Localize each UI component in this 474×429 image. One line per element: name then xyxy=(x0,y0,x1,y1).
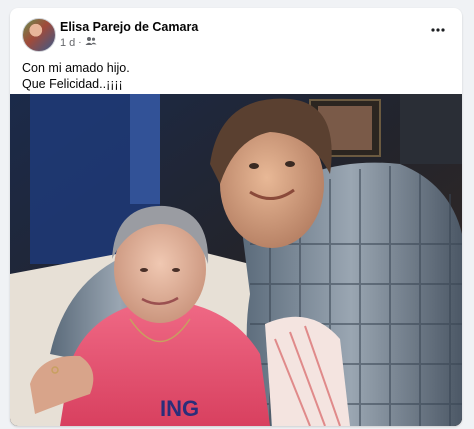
post-text-line: Con mi amado hijo. xyxy=(22,61,130,75)
author-name[interactable]: Elisa Parejo de Camara xyxy=(60,20,198,34)
meta-separator: · xyxy=(78,37,82,48)
shirt-print-text: ING xyxy=(160,396,199,421)
more-options-button[interactable] xyxy=(426,22,450,38)
post-card: Elisa Parejo de Camara 1 d · Con mi amad… xyxy=(10,8,462,426)
photo-image: ING xyxy=(10,94,462,426)
more-horizontal-icon xyxy=(431,28,445,32)
post-text: Con mi amado hijo. Que Felicidad..¡¡¡¡ xyxy=(22,60,130,92)
post-photo[interactable]: ING xyxy=(10,94,462,426)
post-meta: 1 d · xyxy=(60,36,97,49)
friends-icon[interactable] xyxy=(85,36,97,49)
post-text-line: Que Felicidad..¡¡¡¡ xyxy=(22,77,123,91)
post-time[interactable]: 1 d xyxy=(60,37,75,49)
author-avatar[interactable] xyxy=(22,18,56,52)
